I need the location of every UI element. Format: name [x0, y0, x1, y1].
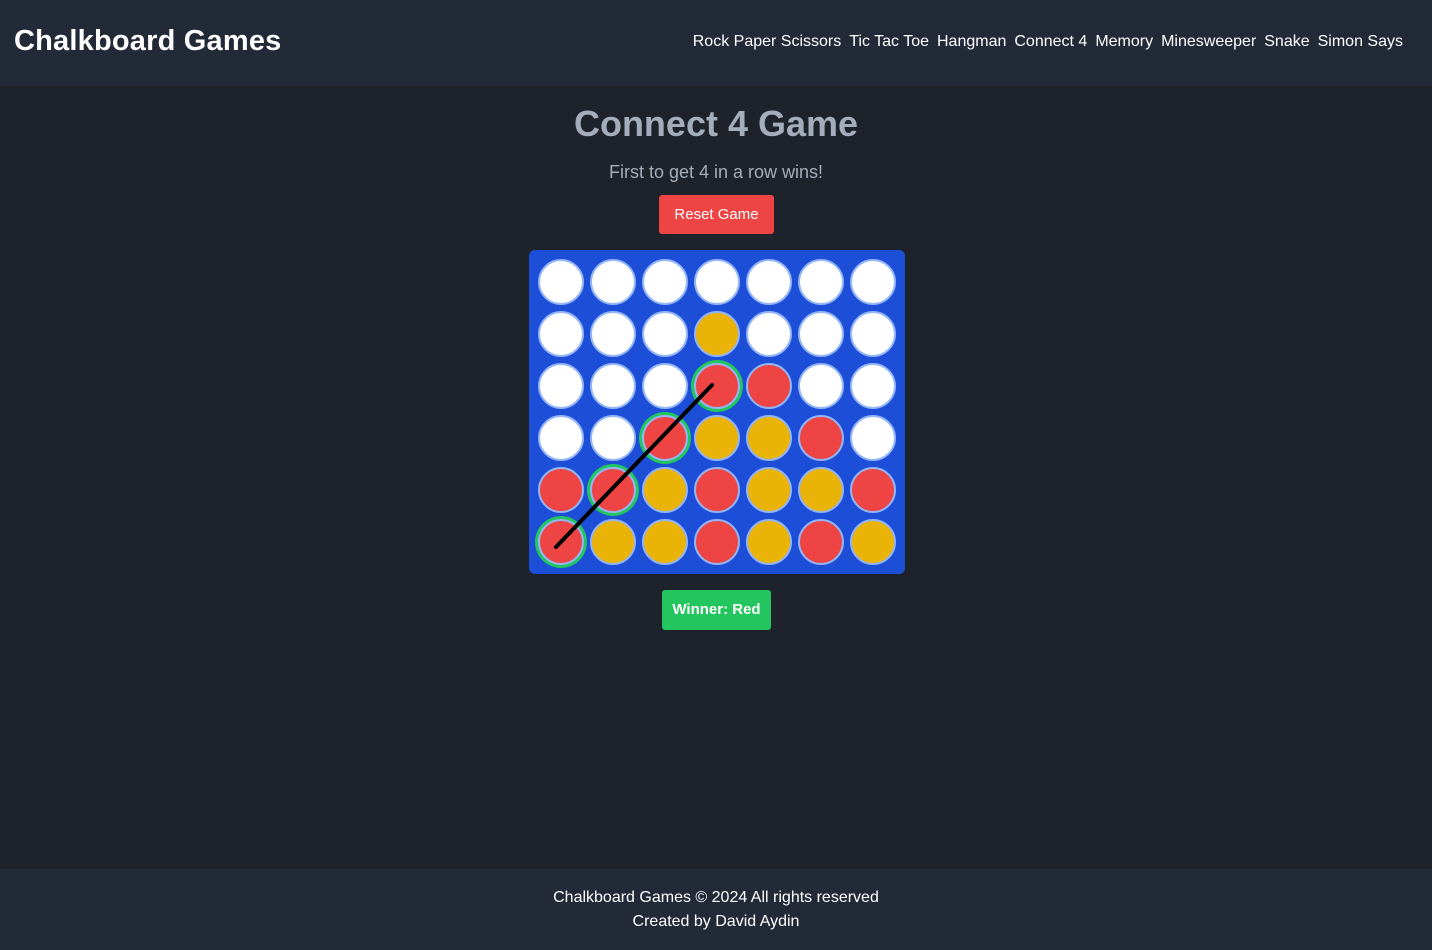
board-cell-r3-c6[interactable]: [850, 415, 896, 461]
nav-rock-paper-scissors[interactable]: Rock Paper Scissors: [693, 33, 842, 51]
board-cell-r4-c1[interactable]: [590, 467, 636, 513]
nav-memory[interactable]: Memory: [1095, 33, 1153, 51]
board-cell-r1-c0[interactable]: [538, 311, 584, 357]
board-cell-r5-c4[interactable]: [746, 519, 792, 565]
board-cell-r3-c0[interactable]: [538, 415, 584, 461]
board-cell-r5-c0[interactable]: [538, 519, 584, 565]
nav-simon-says[interactable]: Simon Says: [1318, 33, 1403, 51]
nav-minesweeper[interactable]: Minesweeper: [1161, 33, 1256, 51]
footer-copyright: Chalkboard Games © 2024 All rights reser…: [553, 889, 879, 906]
board-cell-r0-c4[interactable]: [746, 259, 792, 305]
nav-tic-tac-toe[interactable]: Tic Tac Toe: [849, 33, 929, 51]
winning-line: [554, 383, 714, 549]
board-cell-r3-c5[interactable]: [798, 415, 844, 461]
board-cell-r1-c4[interactable]: [746, 311, 792, 357]
board-cell-r0-c5[interactable]: [798, 259, 844, 305]
board-cell-r0-c3[interactable]: [694, 259, 740, 305]
board-cell-r5-c6[interactable]: [850, 519, 896, 565]
board-cell-r3-c2[interactable]: [642, 415, 688, 461]
board-cell-r1-c1[interactable]: [590, 311, 636, 357]
winner-badge: Winner: Red: [662, 590, 771, 630]
board-cell-r2-c4[interactable]: [746, 363, 792, 409]
nav-hangman[interactable]: Hangman: [937, 33, 1006, 51]
board-cell-r0-c2[interactable]: [642, 259, 688, 305]
board-cell-r3-c3[interactable]: [694, 415, 740, 461]
top-header: Chalkboard Games Rock Paper Scissors Tic…: [0, 0, 1432, 86]
board-cell-r1-c2[interactable]: [642, 311, 688, 357]
board-cell-r0-c6[interactable]: [850, 259, 896, 305]
board-cell-r0-c0[interactable]: [538, 259, 584, 305]
board-cell-r2-c5[interactable]: [798, 363, 844, 409]
board-cell-r3-c4[interactable]: [746, 415, 792, 461]
board-cell-r4-c5[interactable]: [798, 467, 844, 513]
board-cell-r5-c3[interactable]: [694, 519, 740, 565]
page-title: Connect 4 Game: [573, 103, 859, 144]
nav-connect-4[interactable]: Connect 4: [1014, 33, 1087, 51]
board-cell-r5-c2[interactable]: [642, 519, 688, 565]
board-cell-r2-c1[interactable]: [590, 363, 636, 409]
footer-credit: Created by David Aydin: [632, 913, 800, 930]
board-cell-r3-c1[interactable]: [590, 415, 636, 461]
page-footer: Chalkboard Games © 2024 All rights reser…: [0, 869, 1432, 950]
board-cell-r5-c1[interactable]: [590, 519, 636, 565]
main-nav: Rock Paper Scissors Tic Tac Toe Hangman …: [693, 33, 1403, 51]
reset-game-button[interactable]: Reset Game: [659, 195, 774, 234]
board-cell-r5-c5[interactable]: [798, 519, 844, 565]
board-cell-r1-c5[interactable]: [798, 311, 844, 357]
board-cell-r2-c2[interactable]: [642, 363, 688, 409]
board-cell-r4-c2[interactable]: [642, 467, 688, 513]
board-cell-r2-c6[interactable]: [850, 363, 896, 409]
board-cell-r4-c6[interactable]: [850, 467, 896, 513]
game-subtitle: First to get 4 in a row wins!: [608, 162, 824, 182]
board-cell-r4-c3[interactable]: [694, 467, 740, 513]
board-cell-r4-c0[interactable]: [538, 467, 584, 513]
board-cell-r1-c6[interactable]: [850, 311, 896, 357]
connect4-board: [529, 250, 905, 574]
site-brand[interactable]: Chalkboard Games: [14, 25, 282, 58]
board-cell-r4-c4[interactable]: [746, 467, 792, 513]
nav-snake[interactable]: Snake: [1264, 33, 1309, 51]
board-cell-r0-c1[interactable]: [590, 259, 636, 305]
board-cell-r2-c3[interactable]: [694, 363, 740, 409]
board-cell-r2-c0[interactable]: [538, 363, 584, 409]
board-cell-r1-c3[interactable]: [694, 311, 740, 357]
